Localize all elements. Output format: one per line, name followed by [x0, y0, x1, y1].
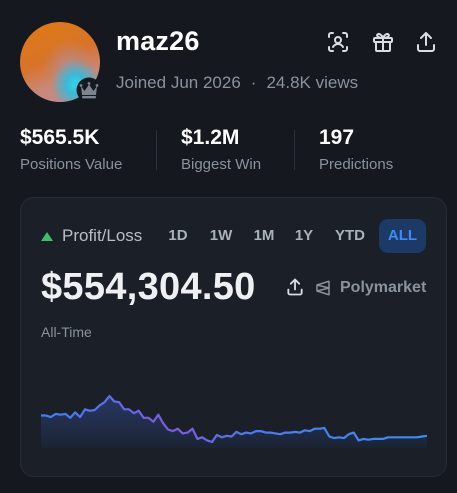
- crown-icon: [76, 77, 102, 103]
- stat-predictions: 197 Predictions: [319, 126, 393, 173]
- polymarket-label: Polymarket: [340, 279, 427, 296]
- profit-loss-chart: [41, 394, 427, 448]
- polymarket-logo-icon: [316, 280, 330, 296]
- stat-value: $1.2M: [181, 126, 240, 149]
- profile-meta: Joined Jun 2026 · 24.8K views: [116, 73, 358, 93]
- stat-value: $565.5K: [20, 126, 100, 149]
- stat-label: Positions Value: [20, 156, 123, 173]
- divider: [294, 130, 295, 170]
- gift-icon[interactable]: [371, 30, 395, 54]
- stat-biggest-win: $1.2M Biggest Win: [181, 126, 261, 173]
- view-count: 24.8K views: [266, 73, 359, 92]
- timeframe-1y[interactable]: 1Y: [287, 219, 321, 253]
- stat-label: Predictions: [319, 156, 394, 173]
- meta-separator: ·: [250, 73, 257, 92]
- profit-loss-label: Profit/Loss: [62, 226, 143, 245]
- polymarket-brand: Polymarket: [314, 279, 426, 297]
- share-icon[interactable]: [285, 277, 305, 297]
- timeframe-ytd[interactable]: YTD: [328, 219, 372, 253]
- timeframe-1d[interactable]: 1D: [161, 219, 195, 253]
- profit-loss-amount: $554,304.50: [41, 266, 256, 308]
- stat-value: 197: [319, 126, 355, 149]
- username: maz26: [116, 26, 200, 56]
- period-label: All-Time: [41, 324, 92, 340]
- timeframe-all[interactable]: ALL: [379, 219, 426, 253]
- profit-loss-header: Profit/Loss: [41, 226, 142, 246]
- divider: [156, 130, 157, 170]
- profit-loss-card: Profit/Loss 1D 1W 1M 1Y YTD ALL $554,304…: [20, 197, 447, 477]
- timeframe-1m[interactable]: 1M: [245, 219, 283, 253]
- trend-up-icon: [41, 231, 53, 241]
- share-icon[interactable]: [414, 30, 438, 54]
- stat-label: Biggest Win: [181, 156, 262, 173]
- scan-icon[interactable]: [326, 30, 350, 54]
- joined-date: Joined Jun 2026: [116, 73, 241, 92]
- stat-positions-value: $565.5K Positions Value: [20, 126, 122, 173]
- timeframe-1w[interactable]: 1W: [202, 219, 240, 253]
